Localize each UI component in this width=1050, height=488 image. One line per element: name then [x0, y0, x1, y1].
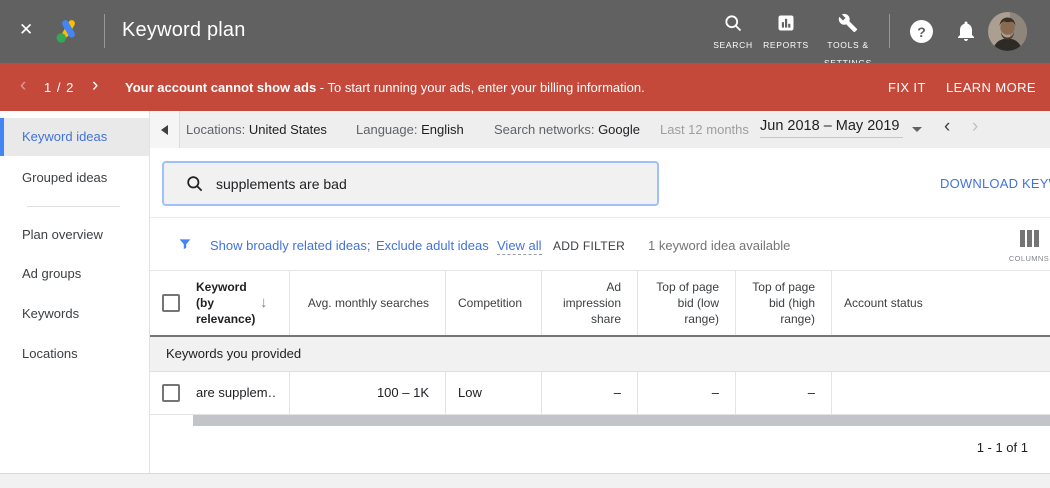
header-avg-monthly-searches[interactable]: Avg. monthly searches	[290, 271, 446, 335]
banner-page-indicator: 1 / 2	[44, 80, 74, 95]
cell-account-status	[832, 372, 1050, 414]
sidebar-item-keywords[interactable]: Keywords	[0, 295, 149, 333]
period-label: Last 12 months	[660, 111, 749, 148]
header-keyword[interactable]: Keyword (by relevance) ↓	[150, 271, 290, 335]
cell-competition: Low	[446, 372, 542, 414]
help-button[interactable]: ?	[910, 20, 933, 43]
banner-message-detail: - To start running your ads, enter your …	[316, 80, 645, 95]
reports-nav-button[interactable]: REPORTS	[754, 11, 818, 53]
cell-top-bid-low: –	[638, 372, 736, 414]
google-ads-logo-icon	[55, 17, 82, 49]
header-account-status[interactable]: Account status	[832, 271, 1050, 335]
period-prev-icon[interactable]: ‹	[944, 116, 950, 138]
banner-next-icon[interactable]: ›	[92, 75, 98, 97]
cell-keyword: are supplem…	[150, 372, 290, 414]
date-range-dropdown[interactable]: Jun 2018 – May 2019	[760, 118, 903, 138]
sidebar-item-keyword-ideas[interactable]: Keyword ideas	[0, 118, 149, 156]
view-all-link[interactable]: View all	[497, 238, 542, 255]
plan-settings-toolbar: Locations: United States Language: Engli…	[150, 111, 1050, 148]
help-icon: ?	[917, 24, 926, 40]
sidebar-item-ad-groups[interactable]: Ad groups	[0, 255, 149, 293]
keyword-planner-screen: ✕ Keyword plan SEARCH	[0, 0, 1050, 488]
cell-top-bid-high: –	[736, 372, 832, 414]
topbar: ✕ Keyword plan SEARCH	[0, 0, 1050, 63]
add-filter-button[interactable]: ADD FILTER	[553, 239, 625, 253]
back-arrow-icon	[161, 125, 168, 135]
bottom-strip	[0, 473, 1050, 488]
notifications-button[interactable]	[954, 19, 978, 48]
table-row: are supplem… 100 – 1K Low – – –	[150, 372, 1050, 415]
billing-alert-banner: ‹ 1 / 2 › Your account cannot show ads -…	[0, 63, 1050, 111]
sidebar-item-grouped-ideas[interactable]: Grouped ideas	[0, 159, 149, 197]
account-avatar[interactable]	[988, 12, 1027, 56]
topbar-divider	[104, 14, 105, 48]
sort-desc-icon: ↓	[260, 293, 268, 313]
header-top-bid-high[interactable]: Top of page bid (high range)	[736, 271, 832, 335]
select-all-checkbox[interactable]	[162, 294, 180, 312]
tools-settings-nav-button[interactable]: TOOLS & SETTINGS	[812, 11, 884, 71]
section-row-keywords-you-provided: Keywords you provided	[150, 337, 1050, 372]
filter-exclude-adult[interactable]: Exclude adult ideas	[376, 238, 489, 253]
keyword-count-label: 1 keyword idea available	[648, 238, 790, 253]
language-setting[interactable]: Language: English	[356, 111, 464, 148]
wrench-icon	[812, 11, 884, 35]
filter-bar: Show broadly related ideas; Exclude adul…	[150, 217, 1050, 270]
row-checkbox[interactable]	[162, 384, 180, 402]
horizontal-scrollbar-track	[150, 415, 1050, 426]
header-competition[interactable]: Competition	[446, 271, 542, 335]
search-networks-setting[interactable]: Search networks: Google	[494, 111, 640, 148]
columns-icon	[1020, 230, 1039, 247]
fix-it-button[interactable]: FIX IT	[888, 80, 926, 95]
filter-funnel-icon[interactable]	[177, 236, 193, 255]
header-top-bid-low[interactable]: Top of page bid (low range)	[638, 271, 736, 335]
cell-ad-impression-share: –	[542, 372, 638, 414]
topbar-divider	[889, 14, 890, 48]
banner-prev-icon[interactable]: ‹	[20, 75, 26, 97]
header-ad-impression-share[interactable]: Ad impression share	[542, 271, 638, 335]
keyword-search-input[interactable]	[164, 163, 657, 204]
pagination-label: 1 - 1 of 1	[977, 440, 1028, 455]
cell-avg-monthly-searches: 100 – 1K	[290, 372, 446, 414]
table-header-row: Keyword (by relevance) ↓ Avg. monthly se…	[150, 270, 1050, 337]
columns-button[interactable]: COLUMNS	[1006, 230, 1050, 263]
sidebar-item-plan-overview[interactable]: Plan overview	[0, 216, 149, 254]
sidebar-divider	[27, 206, 120, 207]
sidebar-item-locations[interactable]: Locations	[0, 335, 149, 373]
keyword-search-box	[162, 161, 659, 206]
locations-setting[interactable]: Locations: United States	[186, 111, 327, 148]
bell-icon	[954, 19, 978, 43]
horizontal-scrollbar-thumb[interactable]	[193, 415, 1050, 426]
banner-message-title: Your account cannot show ads	[125, 80, 316, 95]
dropdown-arrow-icon[interactable]	[912, 127, 922, 132]
period-next-icon[interactable]: ›	[972, 116, 978, 138]
page-title: Keyword plan	[122, 19, 246, 42]
close-icon[interactable]: ✕	[19, 20, 33, 40]
filter-broadly-related[interactable]: Show broadly related ideas;	[210, 238, 370, 253]
download-keywords-button[interactable]: DOWNLOAD KEYWORD IDEAS	[940, 176, 1050, 191]
collapse-back-button[interactable]	[150, 111, 180, 148]
banner-message: Your account cannot show ads - To start …	[125, 80, 645, 95]
sidebar: Keyword ideas Grouped ideas Plan overvie…	[0, 111, 150, 473]
learn-more-button[interactable]: LEARN MORE	[946, 80, 1036, 95]
bar-chart-icon	[754, 11, 818, 35]
